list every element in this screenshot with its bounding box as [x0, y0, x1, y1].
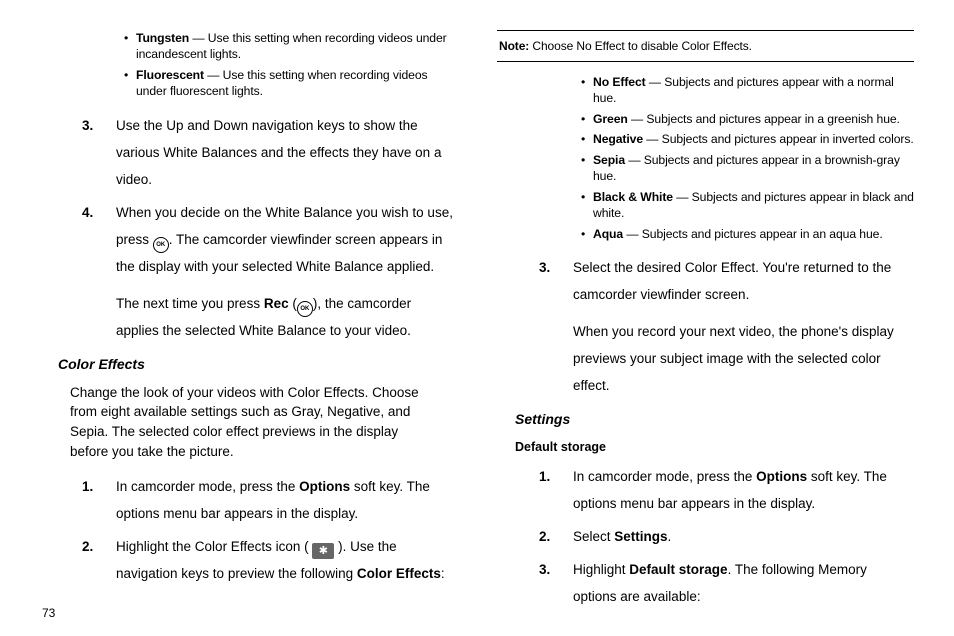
settings-steps: In camcorder mode, press the Options sof… [497, 463, 914, 610]
page-number: 73 [42, 606, 55, 620]
step-item: Highlight Default storage. The following… [497, 556, 914, 610]
step-item: When you decide on the White Balance you… [40, 199, 457, 344]
color-effects-intro: Change the look of your videos with Colo… [70, 383, 439, 461]
note-box: Note: Choose No Effect to disable Color … [497, 30, 914, 62]
page: Tungsten — Use this setting when recordi… [0, 0, 954, 636]
step-item: Select the desired Color Effect. You're … [497, 254, 914, 399]
step-item: In camcorder mode, press the Options sof… [40, 473, 457, 527]
color-effects-steps: In camcorder mode, press the Options sof… [40, 473, 457, 587]
note-text: Choose No Effect to disable Color Effect… [529, 39, 752, 53]
ok-icon: OK [153, 237, 169, 253]
right-column: Note: Choose No Effect to disable Color … [497, 30, 914, 618]
list-item: Black & White — Subjects and pictures ap… [581, 189, 914, 222]
list-item: No Effect — Subjects and pictures appear… [581, 74, 914, 107]
list-item: Green — Subjects and pictures appear in … [581, 111, 914, 127]
effect-steps: Select the desired Color Effect. You're … [497, 254, 914, 399]
note-label: Note: [499, 39, 529, 53]
step-item: Use the Up and Down navigation keys to s… [40, 112, 457, 193]
left-column: Tungsten — Use this setting when recordi… [40, 30, 457, 618]
color-effects-title: Color Effects [58, 354, 457, 375]
step-item: Select Settings. [497, 523, 914, 550]
ok-icon: OK [297, 301, 313, 317]
step-item: In camcorder mode, press the Options sof… [497, 463, 914, 517]
list-item: Aqua — Subjects and pictures appear in a… [581, 226, 914, 242]
default-storage-title: Default storage [515, 438, 914, 457]
effects-icon: ✱ [312, 543, 334, 559]
list-item: Tungsten — Use this setting when recordi… [124, 30, 457, 63]
step-item: Highlight the Color Effects icon ( ✱ ). … [40, 533, 457, 587]
wb-sub-bullets: Tungsten — Use this setting when recordi… [124, 30, 457, 100]
settings-title: Settings [515, 409, 914, 430]
effect-bullets: No Effect — Subjects and pictures appear… [581, 74, 914, 242]
list-item: Sepia — Subjects and pictures appear in … [581, 152, 914, 185]
list-item: Fluorescent — Use this setting when reco… [124, 67, 457, 100]
wb-steps: Use the Up and Down navigation keys to s… [40, 112, 457, 344]
list-item: Negative — Subjects and pictures appear … [581, 131, 914, 147]
